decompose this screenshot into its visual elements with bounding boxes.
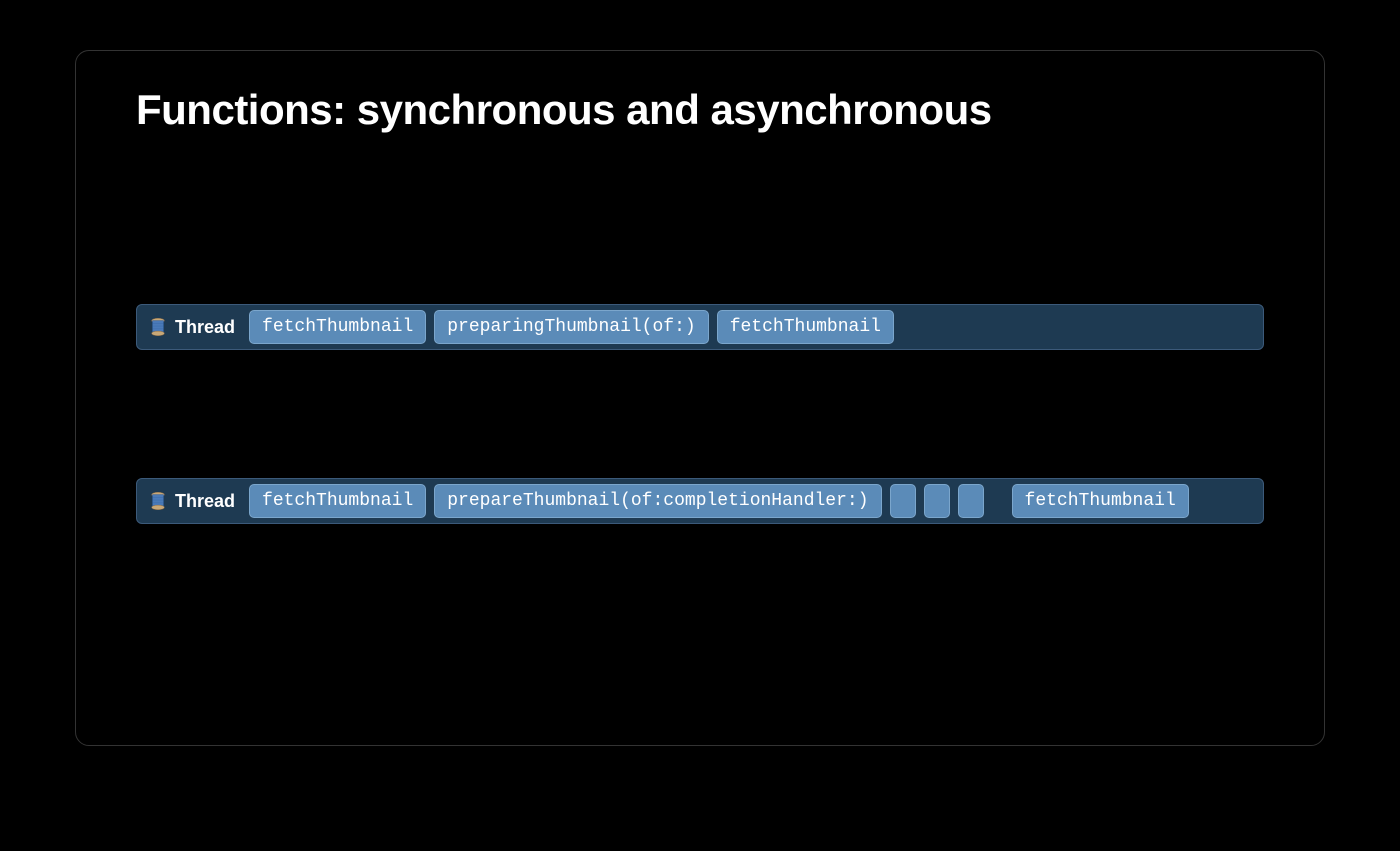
function-block: fetchThumbnail [249,484,426,518]
thread-label: Thread [143,490,241,512]
thread-row-sync: Thread fetchThumbnail preparingThumbnail… [136,304,1264,350]
thread-label: Thread [143,316,241,338]
function-block: fetchThumbnail [1012,484,1189,518]
thread-spool-icon [147,490,169,512]
slide-title: Functions: synchronous and asynchronous [136,86,1264,134]
work-block [890,484,916,518]
work-block [958,484,984,518]
function-block: fetchThumbnail [717,310,894,344]
function-block: prepareThumbnail(of:completionHandler:) [434,484,881,518]
slide-frame: Functions: synchronous and asynchronous … [75,50,1325,746]
thread-row-async: Thread fetchThumbnail prepareThumbnail(o… [136,478,1264,524]
function-block: preparingThumbnail(of:) [434,310,708,344]
work-block [924,484,950,518]
thread-label-text: Thread [175,491,235,512]
thread-label-text: Thread [175,317,235,338]
thread-spool-icon [147,316,169,338]
function-block: fetchThumbnail [249,310,426,344]
